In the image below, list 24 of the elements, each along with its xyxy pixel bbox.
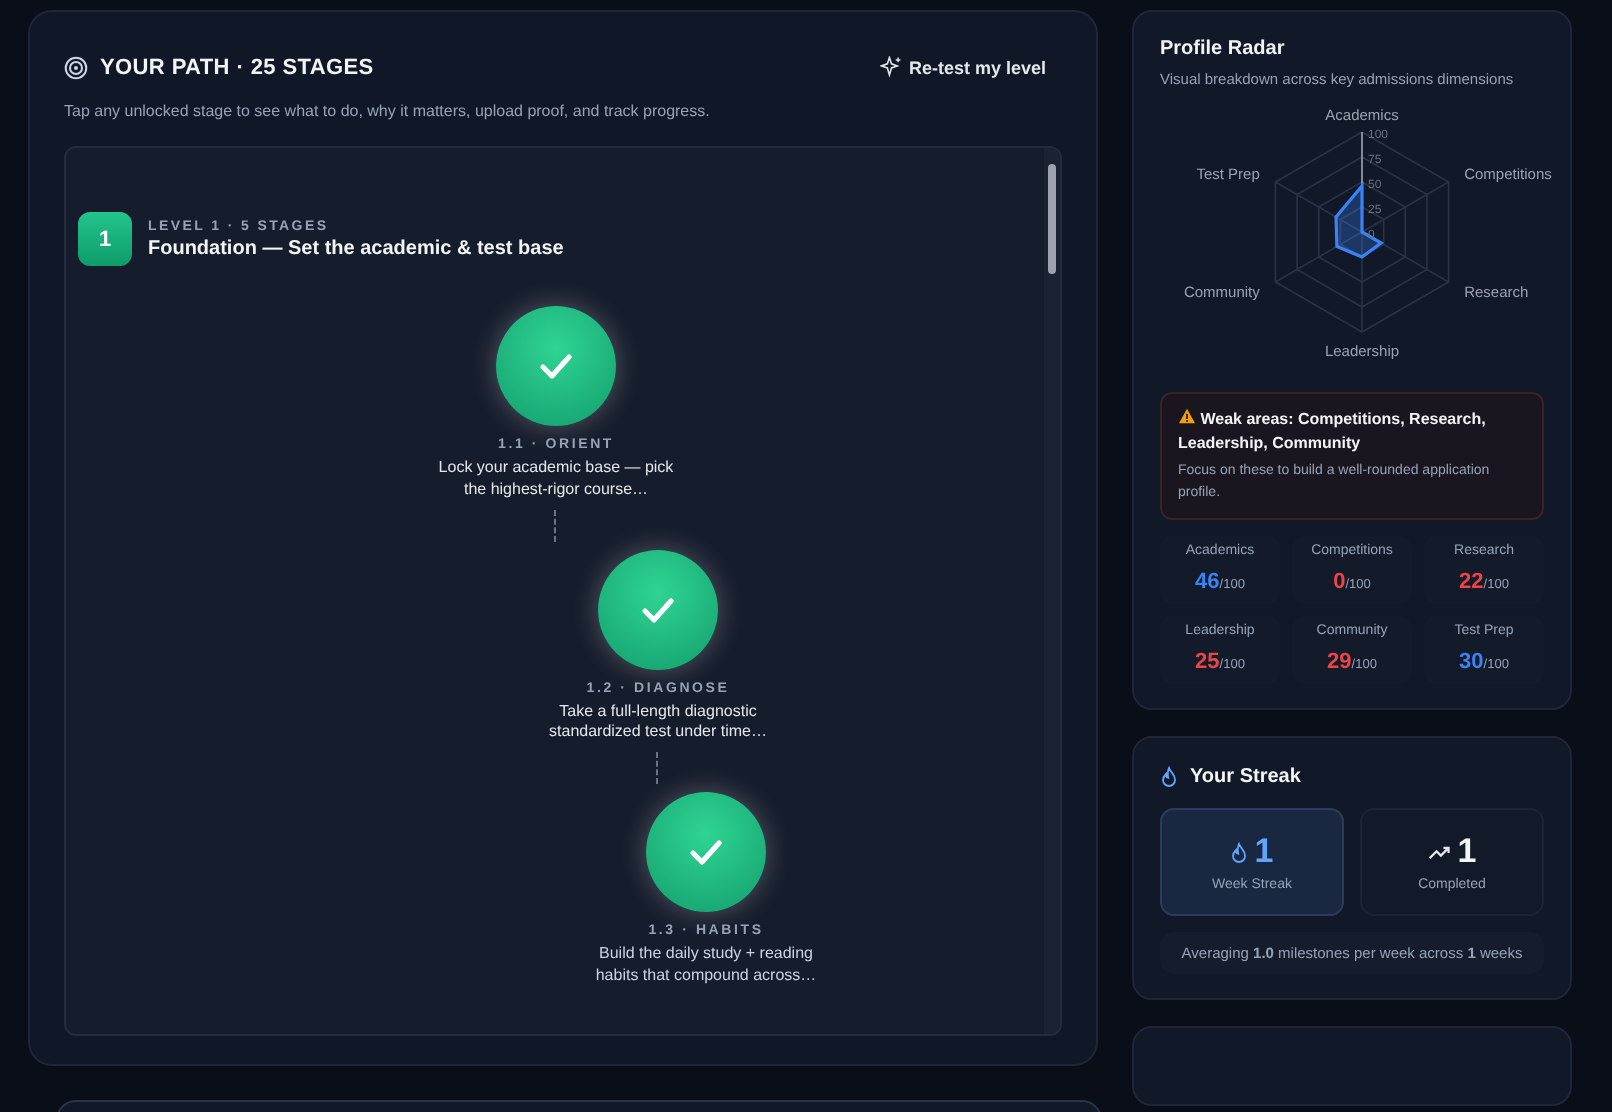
level-badge: 1 (78, 212, 132, 266)
trend-up-icon (1427, 843, 1452, 861)
retest-button[interactable]: Re-test my level (864, 52, 1062, 82)
stage-node[interactable] (598, 549, 718, 670)
flame-icon (1230, 841, 1249, 863)
level-title: Foundation — Set the academic & test base (148, 237, 564, 259)
path-subtitle: Tap any unlocked stage to see what to do, why it matters, upload proof, and track progress. (64, 102, 712, 120)
scrollbar[interactable] (1044, 148, 1060, 1034)
path-title: YOUR PATH · 25 STAGES (100, 55, 374, 79)
stat-value: 1 (1457, 832, 1477, 872)
stage-node[interactable] (496, 306, 616, 426)
alert-title: Weak areas: Competitions, Research, Leadership, Community (1178, 408, 1488, 456)
stage-description: Lock your academic base — pick the highest-rigor course… (436, 458, 676, 502)
flame-icon (1160, 766, 1178, 788)
streak-title: Your Streak (1190, 766, 1301, 788)
radar-title: Profile Radar (1160, 38, 1287, 60)
stage-description: Build the daily study + reading habits that compound across… (593, 944, 819, 988)
warning-icon (1178, 408, 1196, 424)
sparkle-icon (880, 56, 903, 78)
stage-node[interactable] (646, 792, 766, 913)
stat-value: 1 (1254, 832, 1274, 872)
stage-description: Take a full-length diagnostic standardized test under time… (547, 701, 769, 745)
target-icon (64, 55, 88, 79)
radar-shape (1334, 181, 1384, 259)
